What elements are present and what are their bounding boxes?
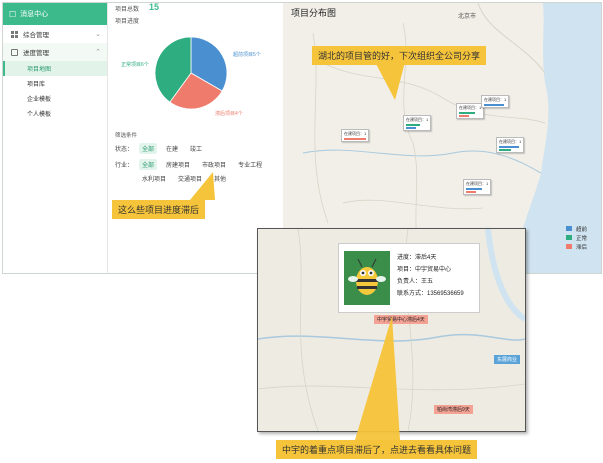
- project-count-value: 15: [149, 2, 160, 12]
- map-marker[interactable]: 在建项目：1: [481, 95, 510, 108]
- project-count-label: 项目总数: [115, 7, 140, 13]
- status-option-completed[interactable]: 竣工: [187, 143, 205, 154]
- map-marker[interactable]: 在建项目：1: [456, 103, 485, 119]
- industry-filter-row2: 水利项目 交通项目 其他: [139, 173, 229, 184]
- grid-icon: [11, 30, 18, 38]
- legend-ahead: 超前: [575, 226, 587, 233]
- info-manager: 负责人：王五: [397, 279, 434, 285]
- industry-option-other[interactable]: 其他: [211, 173, 229, 184]
- map-city-label: 北京市: [458, 14, 477, 20]
- info-contact: 联系方式：13569536659: [397, 291, 464, 297]
- industry-option-water[interactable]: 水利项目: [139, 173, 169, 184]
- note-delay: 这么些项目进度滞后: [112, 200, 206, 219]
- legend-delayed: 滞后: [575, 244, 587, 251]
- map-marker[interactable]: 在建项目：1: [463, 179, 492, 195]
- marker-text: 在建项目：1: [344, 131, 367, 136]
- note-hubei: 湖北的项目管的好，下次组织全公司分享: [312, 46, 487, 65]
- pie-label-normal: 正常项目6个: [121, 62, 149, 68]
- sidebar-subitem-company-template[interactable]: 企业模板: [3, 91, 107, 106]
- sidebar-item-progress[interactable]: 进度管理 ⌃: [3, 43, 107, 61]
- industry-option-all[interactable]: 全部: [139, 159, 158, 170]
- industry-filter: 行业： 全部 房建项目 市政项目 专业工程: [115, 159, 265, 170]
- marker-boshangwan[interactable]: 柏尚湾滞后9天: [434, 405, 473, 414]
- status-option-building[interactable]: 在建: [163, 143, 181, 154]
- info-progress: 进度：滞后4天: [397, 255, 437, 261]
- project-info-card: 进度：滞后4天 项目：中宇贸易中心 负责人：王五 联系方式：1356953665…: [338, 243, 480, 313]
- status-filter: 状态： 全部 在建 竣工: [115, 143, 205, 154]
- industry-option-professional[interactable]: 专业工程: [235, 159, 265, 170]
- marker-text: 在建项目：1: [406, 117, 429, 122]
- map-marker[interactable]: 在建项目：1: [403, 115, 432, 131]
- bee-mascot-icon: [344, 251, 390, 305]
- industry-filter-label: 行业：: [115, 163, 134, 169]
- message-icon: ☐: [9, 9, 17, 19]
- list-icon: [11, 48, 18, 56]
- progress-label: 项目进度: [115, 19, 140, 25]
- map-title: 项目分布图: [291, 8, 337, 18]
- marker-text: 在建项目：1: [459, 105, 482, 110]
- sidebar-item-general[interactable]: 综合管理 ⌄: [3, 25, 107, 43]
- stats-panel: 项目总数 15 项目进度 超前项目5个 滞后项目4个 正常项目6个 筛选条件 状…: [109, 3, 279, 273]
- zoom-map-popup[interactable]: 进度：滞后4天 项目：中宇贸易中心 负责人：王五 联系方式：1356953665…: [257, 228, 526, 432]
- pie-label-delayed: 滞后项目4个: [215, 111, 243, 117]
- marker-dongzhan[interactable]: 东展商业: [494, 355, 521, 364]
- sidebar: ☐ 消息中心 综合管理 ⌄ 进度管理 ⌃ 项目地图 项目库 企业模板 个人模板: [3, 3, 108, 273]
- sidebar-subitem-project-library[interactable]: 项目库: [3, 76, 107, 91]
- sidebar-item-label: 进度管理: [23, 50, 49, 57]
- marker-zhongyu[interactable]: 中宇贸易中心滞后4天: [374, 315, 428, 324]
- industry-option-housing[interactable]: 房建项目: [163, 159, 193, 170]
- map-marker[interactable]: 在建项目：1: [496, 137, 525, 153]
- note-zhongyu: 中宇的着重点项目滞后了，点进去看看具体问题: [276, 440, 478, 459]
- marker-text: 在建项目：1: [466, 181, 489, 186]
- industry-option-transport[interactable]: 交通项目: [175, 173, 205, 184]
- sidebar-header[interactable]: ☐ 消息中心: [3, 3, 107, 25]
- legend-normal: 正常: [575, 235, 587, 242]
- marker-text: 在建项目：1: [499, 139, 522, 144]
- chevron-down-icon: ⌄: [95, 31, 101, 38]
- sidebar-subitem-personal-template[interactable]: 个人模板: [3, 106, 107, 121]
- sidebar-subitem-project-map[interactable]: 项目地图: [3, 61, 107, 76]
- info-project: 项目：中宇贸易中心: [397, 267, 452, 273]
- chevron-up-icon: ⌃: [95, 49, 101, 56]
- industry-option-municipal[interactable]: 市政项目: [199, 159, 229, 170]
- progress-pie-chart: [154, 36, 228, 110]
- map-marker[interactable]: 在建项目：1: [341, 129, 370, 142]
- status-option-all[interactable]: 全部: [139, 143, 158, 154]
- map-legend: 超前 正常 滞后: [565, 224, 587, 251]
- filter-title: 筛选条件: [115, 133, 138, 139]
- sidebar-item-label: 综合管理: [23, 32, 49, 39]
- marker-text: 在建项目：1: [484, 97, 507, 102]
- pie-label-ahead: 超前项目5个: [233, 52, 261, 58]
- status-filter-label: 状态：: [115, 147, 134, 153]
- sidebar-title: 消息中心: [20, 11, 49, 18]
